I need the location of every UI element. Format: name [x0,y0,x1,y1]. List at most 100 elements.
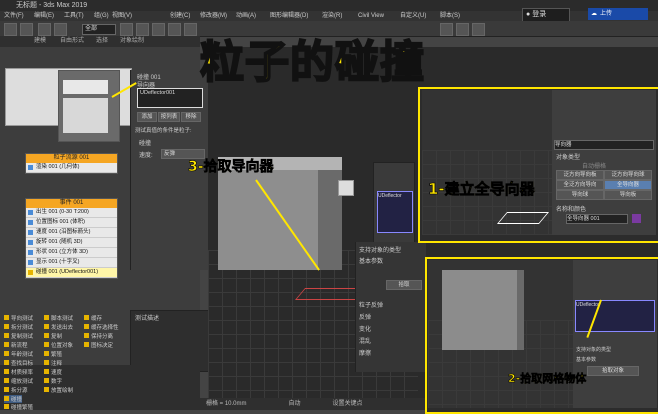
menu-customize[interactable]: 自定义(U) [400,11,426,21]
event-operator-speed[interactable]: 速度 001 (沿图标箭头) [26,228,117,238]
test-icon [4,369,9,374]
test-icon [4,315,9,320]
omni-deflector-button[interactable]: 全泛方向导向 [556,180,604,190]
depot-item[interactable]: 查找目标 [4,359,33,367]
login-button[interactable]: ● 登录 [522,8,570,22]
deflector-list-box[interactable]: UDeflector [377,191,413,233]
tab-selection[interactable]: 选择 [96,36,108,47]
menu-edit[interactable]: 编辑(E) [34,11,54,21]
render-frame-icon[interactable] [456,23,469,36]
depot-item[interactable]: 速度 [44,368,62,376]
basic-params-label: 基本参数 [576,357,597,363]
pick-object-button[interactable]: 拾取对象 [587,366,639,376]
scale-icon[interactable] [184,23,197,36]
tab-modeling[interactable]: 建模 [34,36,46,47]
menu-tools[interactable]: 工具(T) [64,11,84,21]
depot-item[interactable]: 拆分测试 [4,323,33,331]
depot-item[interactable]: 位置对象 [44,341,73,349]
render-icon[interactable] [472,23,485,36]
event-node[interactable]: 事件 001 出生 001 (0-30 T:200) 位置图标 001 (体积)… [25,198,118,279]
auto-key-button[interactable]: 自动 [288,401,300,407]
tab-object-paint[interactable]: 对象绘制 [120,36,144,47]
deflector-plate-button[interactable]: 导向板 [604,190,652,200]
by-list-button[interactable]: 按列表 [158,112,180,122]
select-icon[interactable] [120,23,133,36]
depot-item[interactable]: 放置绘制 [44,386,73,394]
depot-item[interactable]: 复制 [44,332,62,340]
depot-item[interactable]: 缓存选择性 [84,323,119,331]
color-swatch[interactable] [632,214,641,223]
collision-checkbox-label[interactable]: 碰撞 [139,138,151,147]
rotation-icon [28,240,33,245]
test-icon [44,369,49,374]
redo-icon[interactable] [20,23,33,36]
add-button[interactable]: 添加 [137,112,157,122]
deflector-sphere-button[interactable]: 导向球 [556,190,604,200]
category-dropdown[interactable]: 导向器 [554,140,654,150]
depot-item[interactable]: 拆分源 [4,386,28,394]
pomni-deflector-button[interactable]: 泛方向导向板 [556,170,604,180]
menu-create[interactable]: 创建(C) [170,11,190,21]
depot-item[interactable]: 发送出去 [44,323,73,331]
depot-item[interactable]: 保持分离 [84,332,113,340]
create-command-panel: 导向器 对象类型 自动栅格 泛方向导向板 泛方向导向球 全泛方向导向 全导向器 … [552,90,656,235]
menu-modifiers[interactable]: 修改器(M) [200,11,227,21]
move-icon[interactable] [152,23,165,36]
remove-button[interactable]: 移除 [181,112,201,122]
menu-animation[interactable]: 动画(A) [236,11,256,21]
depot-item[interactable]: 新流程 [4,341,28,349]
depot-item[interactable]: 导向测试 [4,314,33,322]
depot-item[interactable]: 繁殖 [44,350,62,358]
set-key-button[interactable]: 设置关键点 [332,401,362,407]
unlink-icon[interactable] [54,23,67,36]
depot-item[interactable]: 数字 [44,377,62,385]
menu-rendering[interactable]: 渲染(R) [322,11,342,21]
depot-item[interactable]: 复制测试 [4,332,33,340]
depot-item-collision[interactable]: 碰撞 [4,395,23,403]
deflector-list[interactable]: UDeflector001 [137,88,203,108]
depot-item[interactable]: 脚本测试 [44,314,73,322]
menu-group[interactable]: 组(G) [94,11,109,21]
event-operator-birth[interactable]: 出生 001 (0-30 T:200) [26,208,117,218]
box-front-face[interactable] [218,170,318,270]
udeflector-button[interactable]: 全导向器 [604,180,652,190]
upload-button[interactable]: ☁ 上传 [588,8,648,20]
menu-view[interactable]: 视图(V) [112,11,132,21]
object-name-input[interactable]: 全导向器 001 [566,214,628,224]
sdeflector-button[interactable]: 泛方向导向球 [604,170,652,180]
menu-scripting[interactable]: 脚本(S) [440,11,460,21]
modifier-stack[interactable]: UDeflector [575,300,655,332]
event-test-collision[interactable]: 碰撞 001 (UDeflector001) [26,268,117,278]
event-operator-rotation[interactable]: 旋转 001 (随机 3D) [26,238,117,248]
event-operator-display[interactable]: 显示 001 (十字叉) [26,258,117,268]
tab-freeform[interactable]: 自由形式 [60,36,84,47]
render-setup-icon[interactable] [440,23,453,36]
select-by-name-icon[interactable] [136,23,149,36]
rotate-icon[interactable] [168,23,181,36]
selection-filter-dropdown[interactable]: 全部 [82,24,116,35]
link-icon[interactable] [38,23,51,36]
source-node[interactable]: 粒子流源 001 渲染 001 (几何体) [25,153,118,174]
depot-item[interactable]: 材质频率 [4,368,33,376]
rebound-label: 反弹 [359,315,372,321]
viewcube-icon[interactable] [338,180,354,196]
event-node-title: 事件 001 [26,199,117,208]
speed-label: 速度: [139,153,153,159]
depot-item[interactable]: 缓存 [84,314,102,322]
depot-item[interactable]: 注释 [44,359,62,367]
support-types-label: 支持对象的类型 [576,347,612,353]
depot-item[interactable]: 缩放测试 [4,377,33,385]
event-operator-shape[interactable]: 形状 001 (立方体 3D) [26,248,117,258]
depot-item[interactable]: 年龄测试 [4,350,33,358]
menu-graph-editors[interactable]: 图形编辑器(D) [270,11,308,21]
menu-civil-view[interactable]: Civil View [358,11,384,21]
menu-file[interactable]: 文件(F) [4,11,24,21]
source-node-row[interactable]: 渲染 001 (几何体) [26,163,117,173]
event-operator-position[interactable]: 位置图标 001 (体积) [26,218,117,228]
undo-icon[interactable] [4,23,17,36]
mesh-box[interactable] [442,270,517,350]
auto-grid-checkbox[interactable]: 自动栅格 [582,161,606,170]
object-type-label: 对象类型 [556,155,581,161]
depot-item[interactable]: 图标决定 [84,341,113,349]
pick-object-button[interactable]: 拾取 [386,280,422,290]
